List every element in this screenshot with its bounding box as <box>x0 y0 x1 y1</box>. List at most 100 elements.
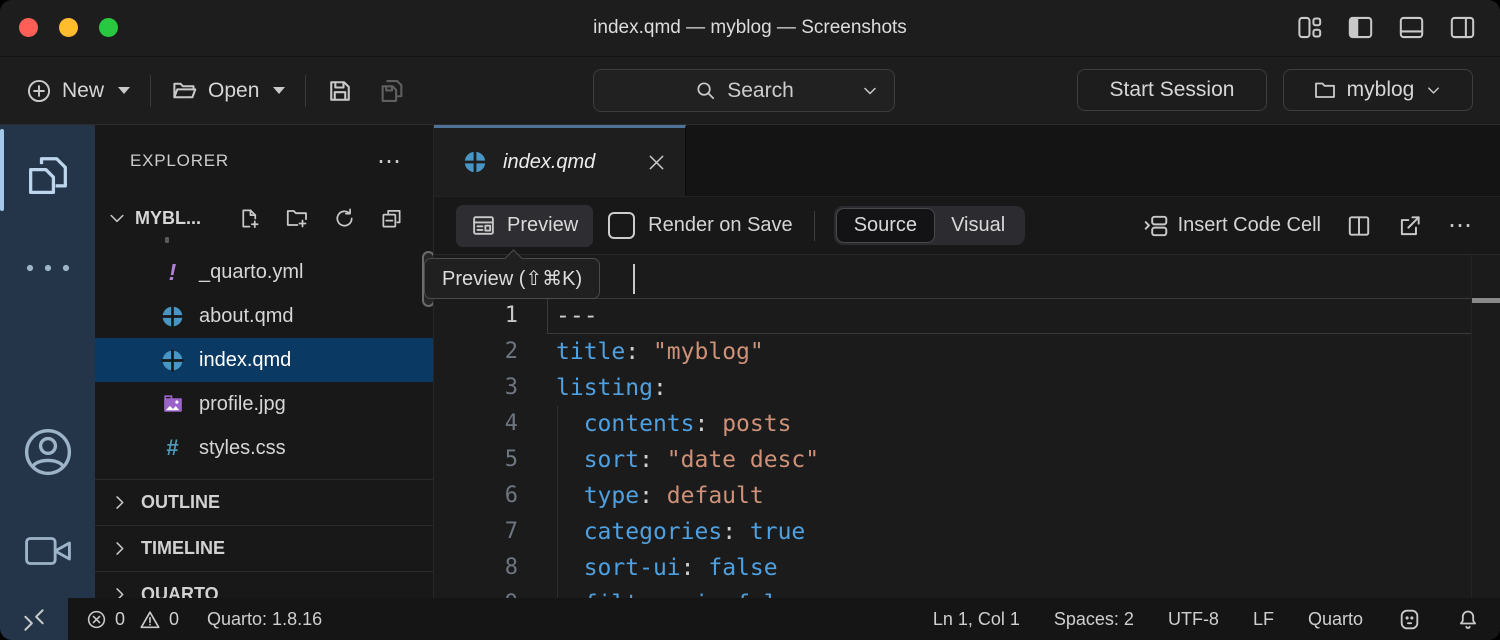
tab-bar: index.qmd <box>434 125 1500 197</box>
workspace-section-header[interactable]: MYBL... <box>95 199 433 237</box>
split-editor-icon[interactable] <box>1346 213 1372 239</box>
problems-status[interactable]: 0 0 <box>86 609 179 631</box>
code-line[interactable]: 7 categories: true <box>434 514 1500 550</box>
sidebar-section-quarto[interactable]: QUARTO <box>95 571 433 598</box>
preview-label: Preview <box>507 214 578 237</box>
activity-bar <box>0 125 95 598</box>
code-line[interactable]: 9 filter-ui: false <box>434 586 1500 598</box>
line-number: 4 <box>434 406 518 442</box>
file-row[interactable]: #styles.css <box>95 426 433 470</box>
code-line[interactable]: 4 contents: posts <box>434 406 1500 442</box>
project-label: myblog <box>1347 78 1415 102</box>
preview-button[interactable]: Preview <box>456 205 593 247</box>
source-mode-button[interactable]: Source <box>837 209 934 242</box>
line-number: 5 <box>434 442 518 478</box>
code-line[interactable]: 2title: "myblog" <box>434 334 1500 370</box>
editor-group: index.qmd Preview Render on Save <box>433 125 1500 598</box>
file-row[interactable]: index.qmd <box>95 338 433 382</box>
tab-index-qmd[interactable]: index.qmd <box>434 125 686 196</box>
line-number: 8 <box>434 550 518 586</box>
collapse-all-icon[interactable] <box>380 207 403 230</box>
file-name: styles.css <box>199 437 286 460</box>
image-icon <box>159 392 186 417</box>
search-input[interactable]: Search <box>593 69 895 112</box>
panel-toggle-button[interactable] <box>0 598 68 640</box>
feedback-icon[interactable] <box>1397 607 1422 632</box>
top-toolbar: New Open Search <box>0 57 1500 125</box>
save-all-icon[interactable] <box>378 77 406 105</box>
indentation-status[interactable]: Spaces: 2 <box>1054 609 1134 630</box>
toggle-left-sidebar-icon[interactable] <box>1347 14 1374 41</box>
render-on-save-checkbox[interactable] <box>608 212 635 239</box>
cursor-position-status[interactable]: Ln 1, Col 1 <box>933 609 1020 630</box>
dropdown-caret-icon <box>273 87 285 94</box>
new-file-icon[interactable] <box>238 207 261 230</box>
sidebar-section-timeline[interactable]: TIMELINE <box>95 525 433 571</box>
more-views-icon[interactable] <box>0 259 95 277</box>
app-window: index.qmd — myblog — Screenshots New <box>0 0 1500 640</box>
editor-toolbar: Preview Render on Save Source Visual Ins… <box>434 197 1500 255</box>
editor-more-actions-icon[interactable]: ⋯ <box>1448 221 1474 231</box>
new-button[interactable]: New <box>26 78 130 104</box>
minimize-window-button[interactable] <box>59 18 78 37</box>
toolbar-divider <box>814 211 815 241</box>
explorer-sidebar: EXPLORER ⋯ MYBL... <box>95 125 433 598</box>
overview-ruler-divider <box>1471 255 1472 598</box>
new-label: New <box>62 79 104 103</box>
code-line[interactable]: 6 type: default <box>434 478 1500 514</box>
toolbar-divider <box>305 75 306 107</box>
window-title: index.qmd — myblog — Screenshots <box>0 17 1500 39</box>
tooltip-text: Preview (⇧⌘K) <box>442 266 582 291</box>
new-folder-icon[interactable] <box>285 206 309 230</box>
open-button[interactable]: Open <box>171 77 285 104</box>
code-line[interactable]: 3listing: <box>434 370 1500 406</box>
account-icon[interactable] <box>0 425 95 479</box>
warning-count: 0 <box>169 609 179 630</box>
titlebar: index.qmd — myblog — Screenshots <box>0 0 1500 57</box>
file-row[interactable]: about.qmd <box>95 294 433 338</box>
file-row[interactable]: profile.jpg <box>95 382 433 426</box>
explorer-more-actions-icon[interactable]: ⋯ <box>377 147 403 176</box>
insert-code-cell-button[interactable]: Insert Code Cell <box>1143 213 1321 239</box>
zoom-window-button[interactable] <box>99 18 118 37</box>
toggle-bottom-panel-icon[interactable] <box>1398 14 1425 41</box>
line-number: 7 <box>434 514 518 550</box>
close-window-button[interactable] <box>19 18 38 37</box>
quarto-icon <box>159 304 186 329</box>
toggle-right-sidebar-icon[interactable] <box>1449 14 1476 41</box>
video-icon[interactable] <box>0 531 95 571</box>
code-line[interactable]: 8 sort-ui: false <box>434 550 1500 586</box>
line-content: sort-ui: false <box>556 550 778 586</box>
render-on-save-label: Render on Save <box>648 214 793 237</box>
line-number: 1 <box>434 298 518 334</box>
line-number: 9 <box>434 586 518 598</box>
text-cursor <box>633 264 635 294</box>
file-row[interactable]: !_quarto.yml <box>95 250 433 294</box>
clipped-row-fragment <box>165 237 169 243</box>
code-line[interactable]: 5 sort: "date desc" <box>434 442 1500 478</box>
quarto-version-status[interactable]: Quarto: 1.8.16 <box>207 609 322 630</box>
language-mode-status[interactable]: Quarto <box>1308 609 1363 630</box>
line-content: type: default <box>556 478 764 514</box>
line-content: listing: <box>556 370 667 406</box>
sidebar-section-outline[interactable]: OUTLINE <box>95 479 433 525</box>
line-number: 2 <box>434 334 518 370</box>
close-tab-icon[interactable] <box>646 152 667 173</box>
encoding-status[interactable]: UTF-8 <box>1168 609 1219 630</box>
yaml-warning-icon: ! <box>159 259 186 286</box>
save-icon[interactable] <box>326 77 354 105</box>
explorer-view-icon[interactable] <box>0 149 95 201</box>
code-editor[interactable]: 1---2title: "myblog"3listing:4 contents:… <box>434 255 1500 598</box>
chevron-down-icon[interactable] <box>860 81 880 101</box>
open-label: Open <box>208 79 259 103</box>
open-external-icon[interactable] <box>1397 213 1423 239</box>
refresh-icon[interactable] <box>333 207 356 230</box>
eol-status[interactable]: LF <box>1253 609 1274 630</box>
visual-mode-button[interactable]: Visual <box>934 209 1022 242</box>
notifications-bell-icon[interactable] <box>1456 608 1480 632</box>
start-session-button[interactable]: Start Session <box>1077 69 1267 111</box>
code-line[interactable]: 1--- <box>434 298 1500 334</box>
customize-layout-icon[interactable] <box>1296 14 1323 41</box>
plus-circle-icon <box>26 78 52 104</box>
project-button[interactable]: myblog <box>1283 69 1473 111</box>
